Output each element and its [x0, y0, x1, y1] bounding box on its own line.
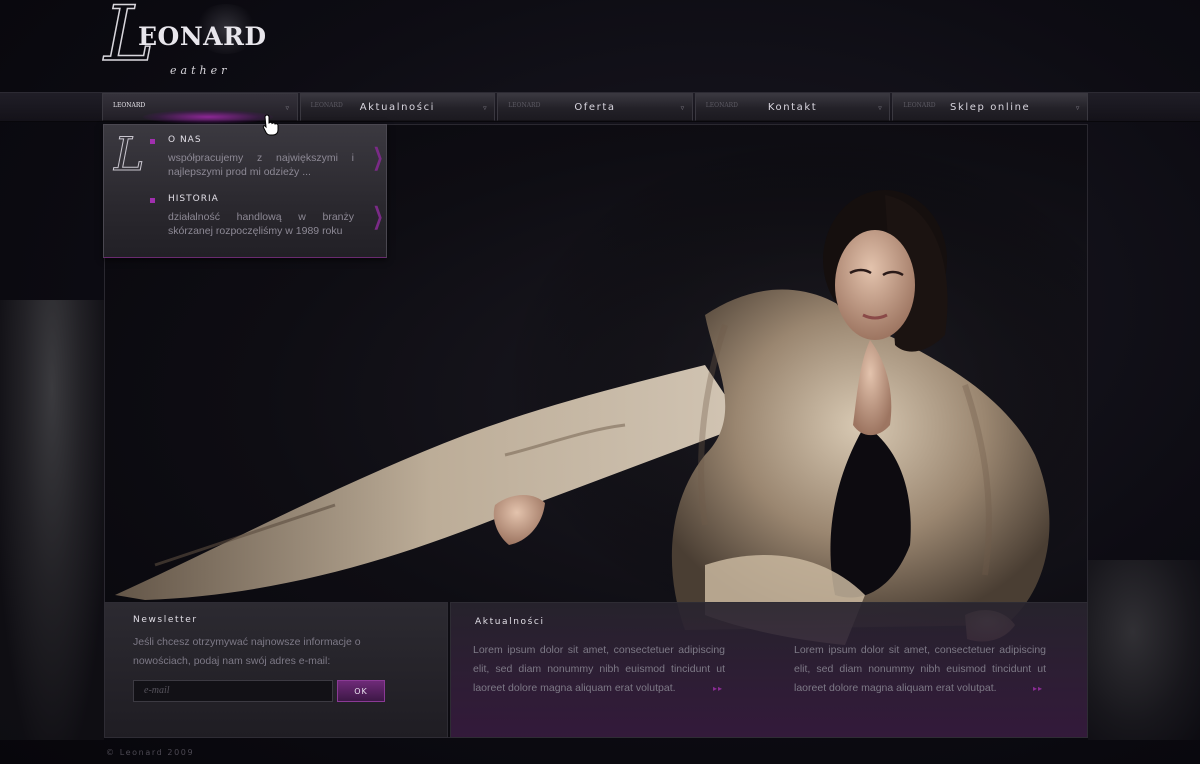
- news-title: Aktualności: [475, 617, 545, 627]
- nav-mini-logo: LEONARD: [508, 102, 541, 109]
- bullet-icon: [150, 198, 155, 203]
- nav-item-label: Kontakt: [767, 101, 818, 113]
- news-panel: Aktualności Lorem ipsum dolor sit amet, …: [450, 602, 1088, 738]
- nav-item-label: Aktualności: [359, 101, 436, 113]
- email-field[interactable]: e-mail: [133, 680, 333, 702]
- nav-item-kontakt[interactable]: LEONARD Kontakt ▿: [694, 93, 891, 121]
- nav-item-aktualnosci[interactable]: LEONARD Aktualności ▿: [299, 93, 496, 121]
- chevron-down-icon: ▿: [1075, 104, 1081, 112]
- hand-cursor-icon: [262, 114, 279, 136]
- chevron-down-icon: ▿: [680, 104, 686, 112]
- nav-mini-logo: LEONARD: [113, 102, 146, 109]
- nav-item-oferta[interactable]: LEONARD Oferta ▿: [497, 93, 693, 121]
- logo-word: EONARD: [138, 22, 267, 51]
- news-item-text: Lorem ipsum dolor sit amet, consectetuer…: [794, 644, 1046, 694]
- dropdown-menu: L O NAS współpracujemy z największymi i …: [103, 124, 387, 258]
- background-fur-left: [0, 300, 104, 740]
- chevron-down-icon: ▿: [483, 104, 489, 112]
- active-glow: [143, 110, 273, 124]
- dropdown-item-text: działalność handlową w branży skórzanej …: [168, 211, 354, 237]
- ok-button[interactable]: OK: [337, 680, 385, 702]
- nav-mini-logo: LEONARD: [705, 102, 738, 109]
- site-logo[interactable]: L EONARD eather: [103, 0, 267, 80]
- nav-mini-logo: LEONARD: [903, 102, 936, 109]
- newsletter-title: Newsletter: [133, 615, 198, 625]
- more-arrow-icon[interactable]: ▸▸: [1033, 684, 1043, 693]
- nav-item-label: Oferta: [574, 101, 616, 113]
- chevron-right-icon[interactable]: ❯: [373, 202, 384, 231]
- bullet-icon: [150, 139, 155, 144]
- chevron-down-icon: ▿: [878, 104, 884, 112]
- nav-mini-logo: LEONARD: [310, 102, 343, 109]
- background-fur-right: [1088, 560, 1200, 740]
- newsletter-panel: Newsletter Jeśli chcesz otrzymywać najno…: [104, 602, 448, 738]
- chevron-right-icon[interactable]: ❯: [373, 143, 384, 172]
- logo-subword: eather: [170, 64, 231, 77]
- chevron-down-icon: ▿: [285, 104, 291, 112]
- newsletter-text: Jeśli chcesz otrzymywać najnowsze inform…: [133, 636, 361, 667]
- footer-copyright: © Leonard 2009: [106, 748, 195, 757]
- dropdown-item-title: HISTORIA: [168, 194, 219, 204]
- dropdown-item-text: współpracujemy z największymi i najlepsz…: [168, 152, 354, 178]
- main-nav: LEONARD ▿ LEONARD Aktualności ▿ LEONARD …: [102, 93, 1088, 124]
- dropdown-logo-letter: L: [114, 127, 146, 182]
- news-item-text: Lorem ipsum dolor sit amet, consectetuer…: [473, 644, 725, 694]
- nav-item-label: Sklep online: [950, 101, 1031, 113]
- nav-item-sklep-online[interactable]: LEONARD Sklep online ▿: [892, 93, 1088, 121]
- dropdown-item-title: O NAS: [168, 135, 202, 145]
- more-arrow-icon[interactable]: ▸▸: [713, 684, 723, 693]
